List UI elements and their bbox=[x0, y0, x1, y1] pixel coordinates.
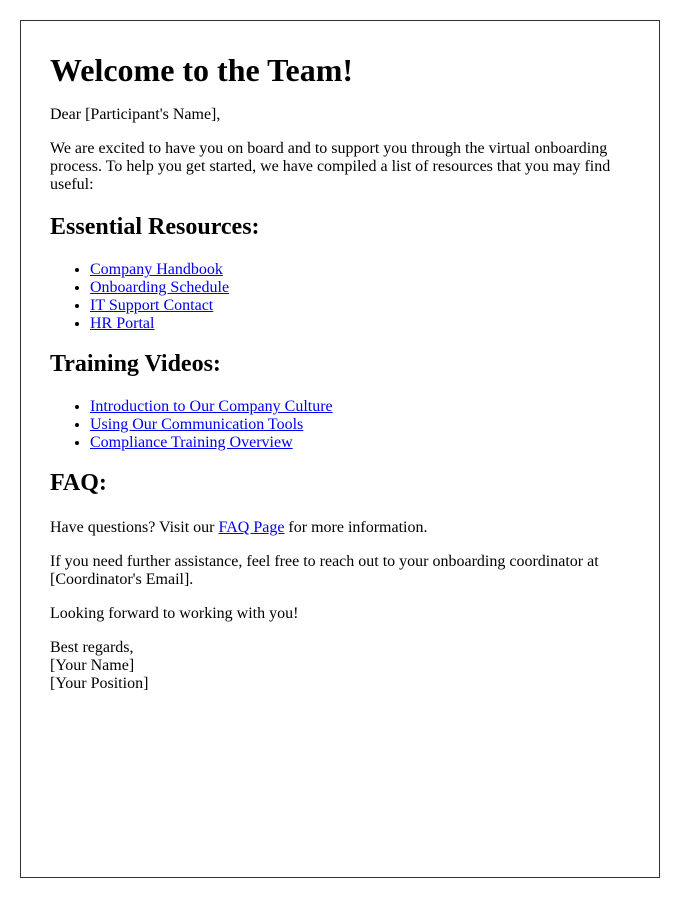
training-videos-heading: Training Videos: bbox=[50, 351, 221, 377]
training-videos-list: Introduction to Our Company Culture Usin… bbox=[50, 398, 631, 452]
faq-page-link[interactable]: FAQ Page bbox=[219, 519, 285, 536]
onboarding-schedule-link[interactable]: Onboarding Schedule bbox=[90, 279, 229, 296]
letter-container: Welcome to the Team! Dear [Participant's… bbox=[20, 20, 660, 878]
list-item: IT Support Contact bbox=[90, 297, 631, 315]
list-item: Compliance Training Overview bbox=[90, 434, 631, 452]
hr-portal-link[interactable]: HR Portal bbox=[90, 315, 154, 332]
list-item: Using Our Communication Tools bbox=[90, 416, 631, 434]
regards-line: Best regards, bbox=[50, 639, 134, 656]
company-handbook-link[interactable]: Company Handbook bbox=[90, 261, 223, 278]
list-item: Company Handbook bbox=[90, 261, 631, 279]
page-title: Welcome to the Team! bbox=[50, 52, 354, 88]
communication-tools-video-link[interactable]: Using Our Communication Tools bbox=[90, 416, 303, 433]
essential-resources-list: Company Handbook Onboarding Schedule IT … bbox=[50, 261, 631, 333]
it-support-contact-link[interactable]: IT Support Contact bbox=[90, 297, 213, 314]
list-item: HR Portal bbox=[90, 315, 631, 333]
company-culture-video-link[interactable]: Introduction to Our Company Culture bbox=[90, 398, 333, 415]
closing-line: Looking forward to working with you! bbox=[50, 605, 299, 622]
greeting: Dear [Participant's Name], bbox=[50, 106, 221, 123]
faq-heading: FAQ: bbox=[50, 470, 107, 496]
essential-resources-heading: Essential Resources: bbox=[50, 214, 260, 240]
assistance-paragraph: If you need further assistance, feel fre… bbox=[50, 553, 599, 588]
signature-block: Best regards, [Your Name] [Your Position… bbox=[50, 639, 631, 693]
faq-text-after: for more information. bbox=[284, 519, 428, 536]
sender-name: [Your Name] bbox=[50, 657, 135, 674]
faq-text-before: Have questions? Visit our bbox=[50, 519, 219, 536]
sender-position: [Your Position] bbox=[50, 675, 149, 692]
faq-paragraph: Have questions? Visit our FAQ Page for m… bbox=[50, 519, 631, 537]
list-item: Introduction to Our Company Culture bbox=[90, 398, 631, 416]
list-item: Onboarding Schedule bbox=[90, 279, 631, 297]
intro-paragraph: We are excited to have you on board and … bbox=[50, 140, 611, 193]
compliance-training-video-link[interactable]: Compliance Training Overview bbox=[90, 434, 293, 451]
